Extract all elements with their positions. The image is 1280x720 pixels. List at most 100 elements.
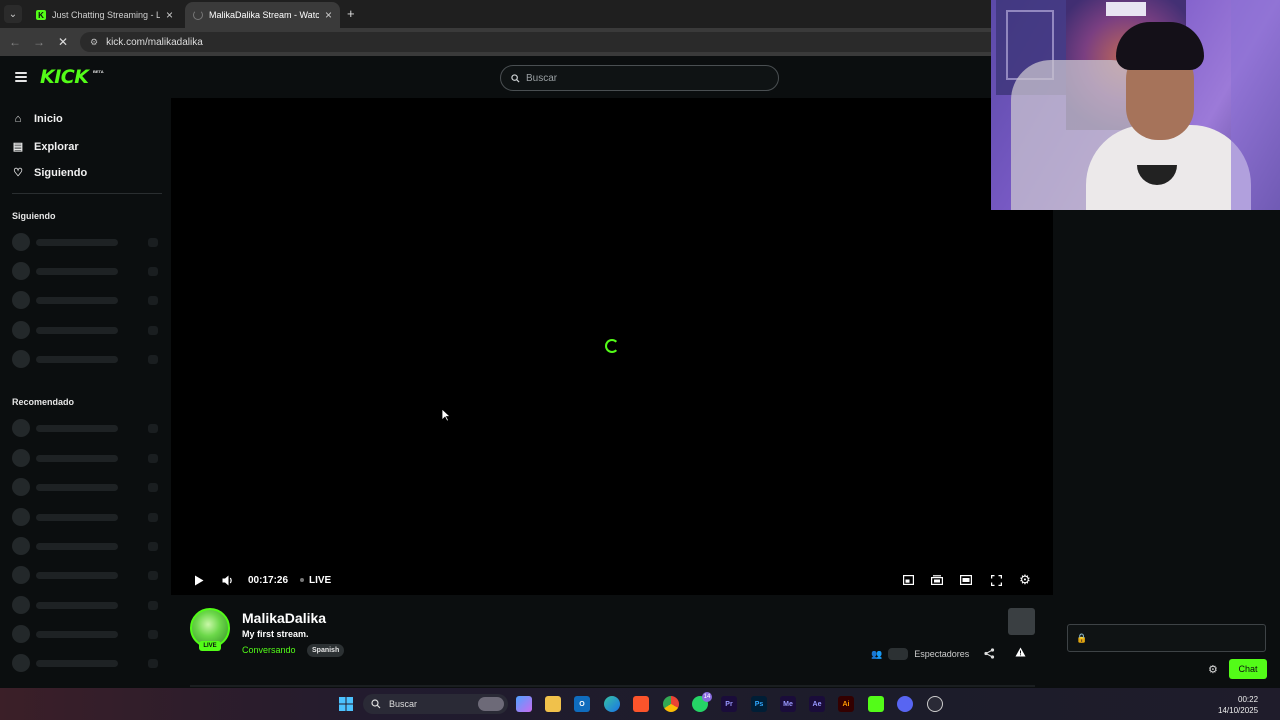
share-icon[interactable] — [984, 648, 995, 662]
taskbar-clock[interactable]: 00:22 14/10/2025 — [1218, 694, 1258, 716]
webcam-overlay — [991, 0, 1280, 210]
loading-favicon-icon — [193, 10, 203, 20]
recommended-skeleton-item — [12, 478, 160, 496]
tab-title: Just Chatting Streaming - Live S — [52, 10, 160, 20]
kick-app-icon[interactable] — [868, 696, 884, 712]
discord-icon[interactable] — [897, 696, 913, 712]
sidebar-item-label: Explorar — [34, 140, 79, 153]
chat-input[interactable]: 🔒 — [1067, 624, 1266, 652]
person-hair — [1116, 22, 1204, 70]
viewers-icon: 👥 — [871, 648, 883, 659]
kick-logo[interactable]: KICK — [40, 66, 89, 88]
tab-title: MalikaDalika Stream - Watch Li — [209, 10, 319, 20]
following-skeleton-item — [12, 321, 160, 339]
sidebar-item-label: Inicio — [34, 113, 63, 125]
premiere-pro-icon[interactable]: Pr — [721, 696, 737, 712]
beta-badge: BETA — [93, 69, 104, 74]
chrome-icon[interactable] — [663, 696, 679, 712]
browser-tab-just-chatting[interactable]: K Just Chatting Streaming - Live S × — [28, 2, 181, 28]
viewer-count: 👥 Espectadores — [871, 647, 969, 661]
settings-gear-icon[interactable]: ⚙ — [1018, 572, 1032, 587]
search-icon — [511, 73, 520, 83]
outlook-icon[interactable]: O — [574, 696, 590, 712]
close-tab-icon[interactable]: × — [325, 8, 332, 22]
taskbar-search[interactable]: Buscar — [363, 694, 508, 714]
stream-category-link[interactable]: Conversando — [242, 645, 296, 655]
new-tab-button[interactable]: + — [347, 6, 355, 21]
loading-spinner-icon — [605, 339, 619, 353]
illustrator-icon[interactable]: Ai — [838, 696, 854, 712]
following-skeleton-item — [12, 262, 160, 280]
obs-icon[interactable] — [927, 696, 943, 712]
tab-list-dropdown-icon[interactable]: ⌄ — [4, 5, 22, 23]
file-explorer-icon[interactable] — [545, 696, 561, 712]
live-dot-icon — [300, 578, 304, 582]
clock-time: 00:22 — [1238, 695, 1259, 704]
close-tab-icon[interactable]: × — [166, 8, 173, 22]
viewers-label: Espectadores — [914, 649, 970, 659]
channel-name[interactable]: MalikaDalika — [242, 610, 326, 626]
viewer-count-skeleton — [888, 648, 909, 660]
recommended-heading: Recomendado — [12, 397, 75, 407]
back-arrow-icon[interactable]: ← — [7, 34, 23, 50]
search-placeholder: Buscar — [526, 72, 558, 84]
search-input[interactable]: Buscar — [500, 65, 779, 91]
mouse-cursor-icon — [441, 408, 451, 422]
chat-send-button[interactable]: Chat — [1229, 659, 1267, 679]
media-encoder-icon[interactable]: Me — [780, 696, 796, 712]
taskbar-search-label: Buscar — [389, 699, 418, 709]
recommended-skeleton-item — [12, 419, 160, 437]
brave-icon[interactable] — [633, 696, 649, 712]
sidebar-item-inicio[interactable]: ⌂ Inicio — [12, 113, 63, 125]
miniplayer-icon[interactable] — [901, 573, 915, 587]
stream-elapsed-time: 00:17:26 — [248, 574, 289, 586]
shelf-object — [1106, 2, 1146, 16]
edge-icon[interactable] — [604, 696, 620, 712]
report-warning-icon[interactable] — [1015, 647, 1026, 660]
recommended-skeleton-item — [12, 537, 160, 555]
recommended-skeleton-item — [12, 449, 160, 467]
menu-icon[interactable] — [15, 72, 27, 82]
clock-date: 14/10/2025 — [1218, 706, 1259, 715]
recommended-skeleton-item — [12, 566, 160, 584]
live-indicator[interactable]: LIVE — [309, 573, 331, 587]
sidebar-item-siguiendo[interactable]: ♡ Siguiendo — [12, 166, 88, 180]
clip-icon[interactable] — [930, 573, 944, 587]
recommended-skeleton-item — [12, 654, 160, 672]
chat-settings-gear-icon[interactable]: ⚙ — [1208, 663, 1218, 676]
volume-icon[interactable] — [221, 573, 235, 587]
whatsapp-notification-badge: 14 — [702, 692, 712, 702]
address-bar[interactable]: ⚙ kick.com/malikadalika — [80, 32, 1000, 52]
lock-icon: 🔒 — [1076, 632, 1088, 643]
follow-button-placeholder[interactable] — [1008, 608, 1035, 635]
copilot-icon[interactable] — [516, 696, 532, 712]
photoshop-icon[interactable]: Ps — [751, 696, 767, 712]
heart-icon: ♡ — [13, 167, 23, 179]
following-heading: Siguiendo — [12, 211, 56, 221]
kick-favicon-icon: K — [36, 10, 46, 20]
wall-light — [1231, 0, 1280, 210]
sidebar-item-label: Siguiendo — [34, 166, 88, 179]
search-icon — [371, 699, 381, 709]
site-info-icon[interactable]: ⚙ — [90, 37, 98, 48]
kick-header — [0, 58, 990, 98]
following-skeleton-item — [12, 350, 160, 368]
sidebar-divider — [12, 193, 162, 194]
windows-start-icon[interactable] — [338, 696, 354, 712]
after-effects-icon[interactable]: Ae — [809, 696, 825, 712]
explore-icon: ▤ — [12, 141, 24, 153]
home-icon: ⌂ — [14, 113, 22, 125]
forward-arrow-icon[interactable]: → — [31, 34, 47, 50]
following-skeleton-item — [12, 233, 160, 251]
fullscreen-icon[interactable] — [989, 573, 1003, 587]
live-badge: LIVE — [199, 641, 221, 651]
recommended-skeleton-item — [12, 508, 160, 526]
following-skeleton-item — [12, 291, 160, 309]
browser-tab-malikadalika[interactable]: MalikaDalika Stream - Watch Li × — [185, 2, 340, 28]
sidebar-item-explorar[interactable]: ▤ Explorar — [12, 140, 79, 154]
language-tag[interactable]: Spanish — [307, 644, 345, 657]
theater-mode-icon[interactable] — [959, 573, 973, 587]
stop-loading-icon[interactable]: ✕ — [55, 34, 71, 50]
play-icon[interactable] — [192, 573, 206, 587]
recommended-skeleton-item — [12, 625, 160, 643]
